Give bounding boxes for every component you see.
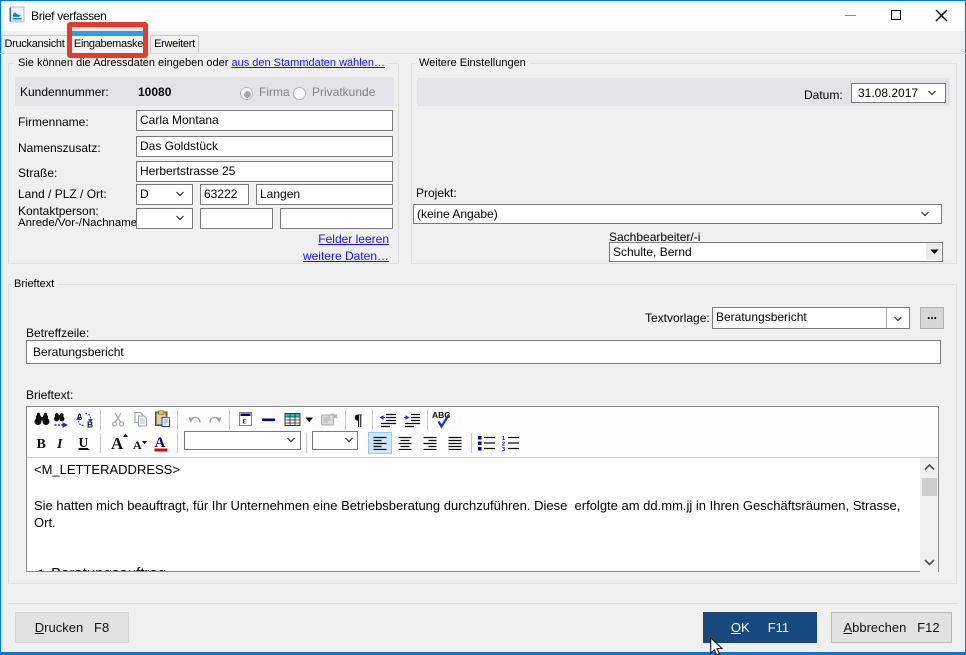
svg-text:U: U	[79, 435, 89, 450]
svg-text:¶: ¶	[354, 412, 363, 429]
svg-text:3: 3	[502, 447, 505, 451]
svg-text:ε: ε	[243, 416, 247, 426]
svg-text:A: A	[133, 438, 142, 452]
svg-text:A: A	[111, 434, 124, 452]
svg-text:B: B	[37, 437, 46, 452]
svg-text:I: I	[56, 437, 63, 452]
